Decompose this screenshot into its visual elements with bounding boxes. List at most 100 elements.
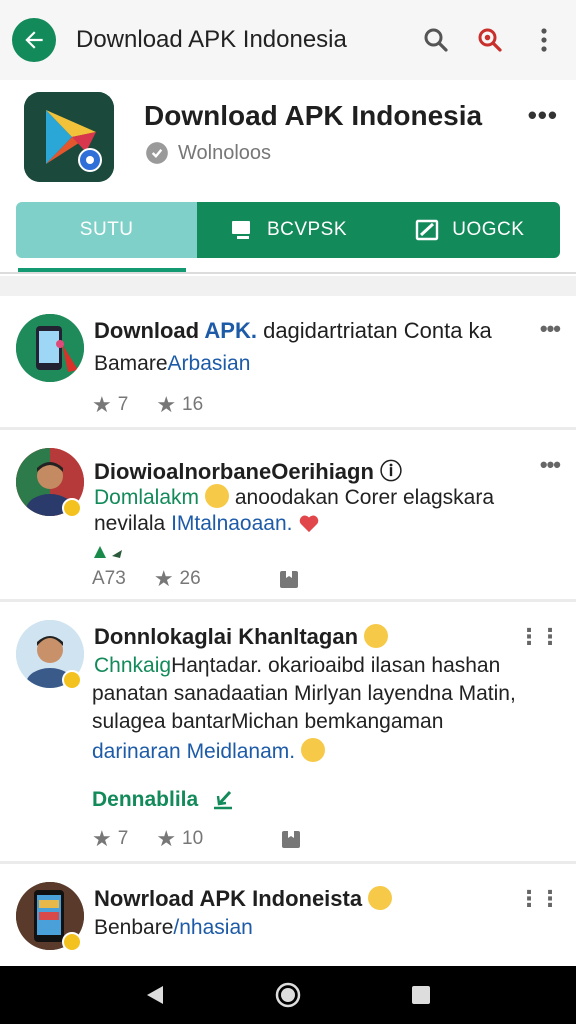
post-body-link[interactable]: Domlalakm [94,486,199,509]
post-body-link[interactable]: Arbasian [168,352,251,375]
post-body-text: nevilala [94,512,172,535]
tab-label: SUTU [79,219,134,240]
post-title-text: Donnlokaglai Khanltagan [94,624,359,649]
monitor-icon [231,221,250,239]
post-more-button[interactable]: ⋮⋮ [518,886,561,912]
recents-nav-icon[interactable] [409,983,433,1007]
stat-value: 7 [117,828,129,849]
post-more-button[interactable]: ⋮⋮ [518,624,561,650]
post-body-link[interactable]: /nhasian [173,916,252,939]
post-body: panatan sanadaatian Mirlyan layendna Mat… [92,682,516,705]
app-title: Download APK Indonesia [144,100,483,131]
smile-emoji-icon [301,738,326,762]
tab-sutu[interactable]: SUTU [16,202,198,258]
tab-label: BCVPSK [266,219,348,240]
search-button[interactable] [416,20,456,60]
star-icon: ★ [92,826,112,851]
post-title-part: dagidartriatan Conta ka [256,318,492,343]
feed-post[interactable]: Download APK. dagidartriatan Conta ka Ba… [0,296,576,430]
post-body-link[interactable]: Meidlanam. [187,740,296,763]
post-body: Benbare/nhasian [94,916,253,940]
post-title: Download APK. dagidartriatan Conta ka [94,318,492,344]
stat-stars[interactable]: ★ 10 [156,826,203,852]
home-nav-icon[interactable] [274,981,302,1009]
more-vertical-icon [541,28,547,52]
feed-post[interactable]: Nowrload APK Indoneista Benbare/nhasian … [0,866,576,966]
post-body: Domlalakm anoodakan Corer elagskara [94,484,494,510]
app-screen: Download APK Indonesia Download APK Indo… [0,0,576,1024]
feed-post[interactable]: DiowioalnorbaneOerihiagn ⓘ Domlalakm ano… [0,432,576,602]
post-title: Donnlokaglai Khanltagan [94,624,389,650]
search-red-icon [478,28,502,52]
verified-badge [62,932,82,952]
leaf-icon [94,546,122,558]
shield-icon [146,142,168,164]
post-body-text: darinaran [92,740,187,763]
edit-icon [416,219,439,241]
stat-value: 16 [182,394,204,415]
stat-value: 7 [117,394,129,415]
post-title: Nowrload APK Indoneista [94,886,393,912]
star-icon: ★ [92,392,112,417]
post-body: darinaran Meidlanam. [92,738,326,764]
star-icon: ★ [153,566,174,591]
post-body-text: Benbare [94,916,174,939]
post-stats: ★ 7 ★ 16 [92,392,221,418]
post-body: BamareArbasian [94,352,250,376]
bookmark-button[interactable] [279,827,303,851]
stat-reposts[interactable]: A73 [92,568,126,590]
stat-reposts[interactable]: ★ 7 [92,392,128,418]
post-title-link[interactable]: APK. [204,318,257,343]
app-subtitle: Wolnoloos [144,140,271,166]
post-body: sulagea bantarMichan bemkangaman [92,710,444,733]
app-header: Download APK Indonesia Wolnoloos ••• [0,82,576,192]
post-more-button[interactable]: ••• [540,452,561,478]
back-button[interactable] [12,18,56,62]
stat-stars[interactable]: ★ 16 [156,392,203,418]
post-body: nevilala IMtalnaoaan. [94,512,320,536]
arrow-left-icon [25,31,43,49]
bookmark-icon [279,571,298,588]
post-stats: A73 ★ 26 [92,566,319,592]
feed-post[interactable]: Donnlokaglai Khanltagan ChnkaigHaηtadar.… [0,604,576,864]
stat-value: 10 [182,828,204,849]
bookmark-icon [282,831,301,848]
verified-badge [62,498,82,518]
stat-stars[interactable]: ★ 26 [154,566,201,592]
divider [0,272,576,274]
phone-icon [16,314,84,382]
bookmark-button[interactable] [277,567,301,591]
top-app-bar: Download APK Indonesia [0,0,576,80]
download-icon [214,790,233,810]
smile-emoji-icon [205,484,230,508]
tab-bcvpsk[interactable]: BCVPSK [197,202,379,258]
tab-uogck[interactable]: UOGCK [378,202,560,258]
post-body-link[interactable]: Chnkaig [94,654,171,677]
post-body-text: Haηtadar. okarioaibd ilasan hashan [171,654,501,677]
tab-bar: SUTU BCVPSK UOGCK [16,202,560,258]
search-icon [424,28,448,52]
app-logo [24,92,114,182]
stat-value: 26 [179,568,201,589]
post-body: ChnkaigHaηtadar. okarioaibd ilasan hasha… [94,654,500,678]
heart-icon [300,515,319,533]
stat-reposts[interactable]: ★ 7 [92,826,128,852]
post-stats: ★ 7 ★ 10 [92,826,321,852]
smile-emoji-icon [364,624,389,648]
avatar[interactable] [16,314,84,382]
post-body-link[interactable]: IMtalnaoaan. [171,512,292,535]
search-alt-button[interactable] [470,20,510,60]
back-nav-icon[interactable] [143,983,167,1007]
post-action-text: Dennablila [92,788,199,811]
overflow-menu-button[interactable] [524,20,564,60]
system-nav-bar [0,966,576,1024]
post-title: DiowioalnorbaneOerihiagn ⓘ [94,459,403,484]
post-title-part: Download [94,318,205,343]
smile-emoji-icon [368,886,393,910]
post-more-button[interactable]: ••• [540,316,561,342]
app-more-button[interactable]: ••• [528,100,558,131]
stat-value: A73 [92,568,126,589]
section-gap [0,276,576,296]
app-subtitle-text: Wolnoloos [178,141,272,164]
post-action-link[interactable]: Dennablila [92,788,236,812]
